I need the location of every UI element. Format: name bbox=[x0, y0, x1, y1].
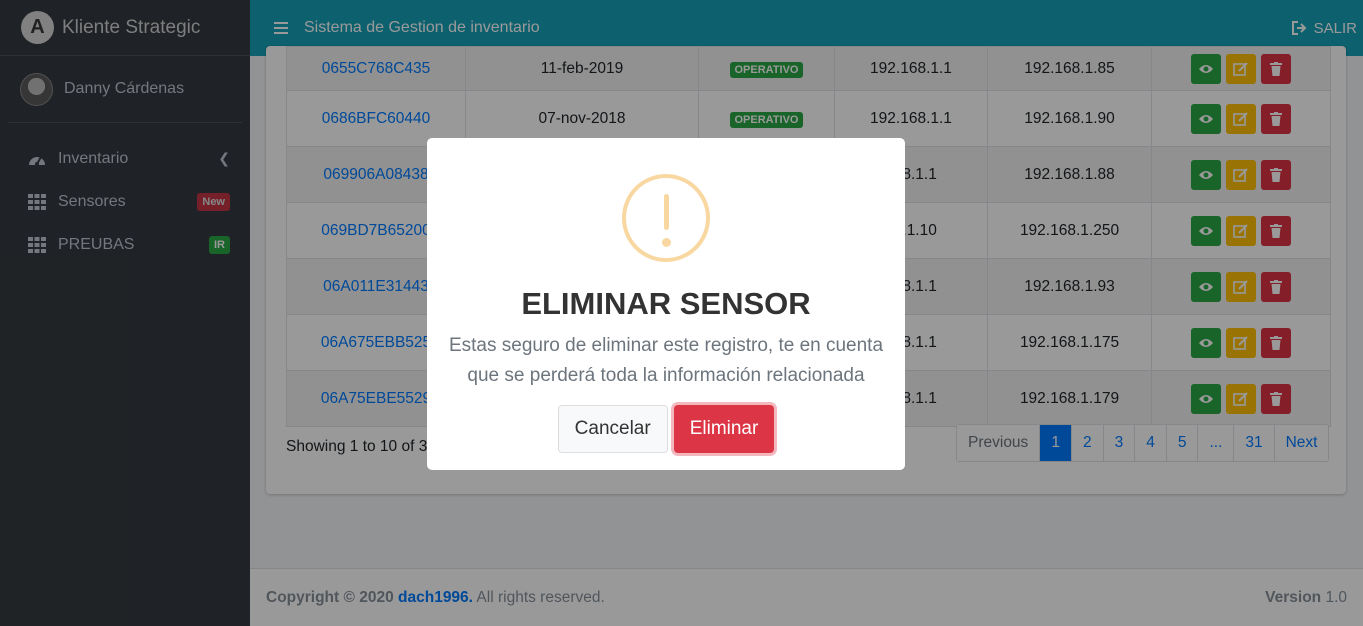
dialog-message: Estas seguro de eliminar este registro, … bbox=[448, 335, 884, 386]
dialog-actions: Cancelar Eliminar bbox=[427, 405, 905, 453]
confirm-dialog: ELIMINAR SENSOR Estas seguro de eliminar… bbox=[427, 138, 905, 470]
warning-icon bbox=[622, 174, 710, 262]
cancel-button[interactable]: Cancelar bbox=[557, 405, 668, 453]
confirm-delete-button[interactable]: Eliminar bbox=[673, 405, 775, 453]
dialog-title: ELIMINAR SENSOR bbox=[521, 286, 811, 321]
